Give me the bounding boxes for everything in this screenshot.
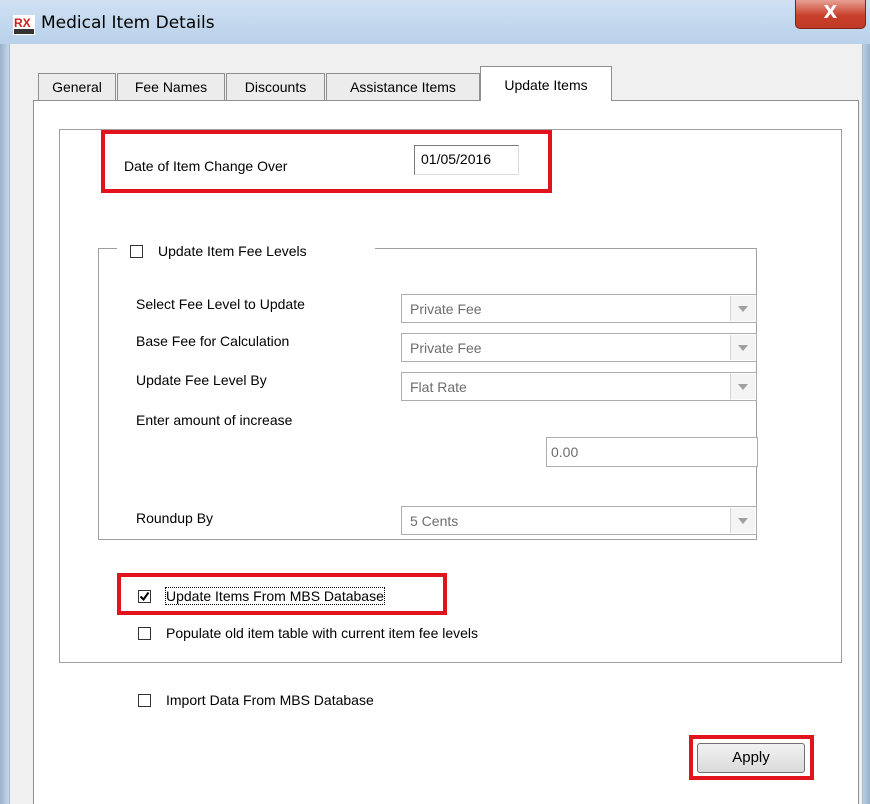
tab-assistance-items[interactable]: Assistance Items xyxy=(326,73,480,100)
chevron-down-icon[interactable] xyxy=(730,374,755,399)
dialog-window: RX Medical Item Details X General Fee Na… xyxy=(0,0,870,804)
title-bar[interactable]: RX Medical Item Details X xyxy=(0,0,870,44)
roundup-value: 5 Cents xyxy=(410,513,459,529)
base-fee-label: Base Fee for Calculation xyxy=(136,333,290,349)
tab-label: Discounts xyxy=(244,79,307,95)
select-fee-level-dropdown[interactable]: Private Fee xyxy=(401,294,757,323)
window-title: Medical Item Details xyxy=(41,13,215,33)
tab-fee-names[interactable]: Fee Names xyxy=(117,73,225,100)
update-fee-levels-checkbox[interactable] xyxy=(130,245,143,258)
tab-general[interactable]: General xyxy=(38,73,116,100)
app-logo-icon: RX xyxy=(13,15,35,35)
select-fee-level-label: Select Fee Level to Update xyxy=(136,296,305,312)
roundup-dropdown[interactable]: 5 Cents xyxy=(401,506,757,535)
chevron-down-icon[interactable] xyxy=(730,296,755,321)
update-fee-by-dropdown[interactable]: Flat Rate xyxy=(401,372,757,401)
tab-discounts[interactable]: Discounts xyxy=(226,73,325,100)
tab-label: Assistance Items xyxy=(350,79,456,95)
populate-old-table-checkbox[interactable] xyxy=(138,627,151,640)
chevron-down-icon[interactable] xyxy=(730,508,755,533)
select-fee-level-value: Private Fee xyxy=(410,301,482,317)
highlight-update-mbs-box xyxy=(117,573,447,615)
tab-label: Fee Names xyxy=(134,79,208,95)
amount-increase-label: Enter amount of increase xyxy=(136,412,293,428)
update-fee-levels-label: Update Item Fee Levels xyxy=(158,243,307,259)
roundup-label: Roundup By xyxy=(136,510,214,526)
populate-old-table-label: Populate old item table with current ite… xyxy=(166,625,479,641)
window-left-border xyxy=(0,44,9,804)
import-data-label: Import Data From MBS Database xyxy=(166,692,374,708)
import-data-checkbox[interactable] xyxy=(138,694,151,707)
update-fee-by-label: Update Fee Level By xyxy=(136,372,267,388)
highlight-date-box xyxy=(101,130,552,193)
svg-text:RX: RX xyxy=(14,16,31,30)
close-icon: X xyxy=(823,2,838,23)
tab-label: Update Items xyxy=(504,77,588,93)
highlight-apply-box xyxy=(689,735,814,780)
tab-label: General xyxy=(52,79,102,95)
tab-update-items[interactable]: Update Items xyxy=(480,66,612,101)
chevron-down-icon[interactable] xyxy=(730,335,755,360)
close-button[interactable]: X xyxy=(795,0,866,29)
base-fee-dropdown[interactable]: Private Fee xyxy=(401,333,757,362)
amount-increase-input[interactable]: 0.00 xyxy=(546,437,758,467)
base-fee-value: Private Fee xyxy=(410,340,482,356)
update-fee-by-value: Flat Rate xyxy=(410,379,467,395)
